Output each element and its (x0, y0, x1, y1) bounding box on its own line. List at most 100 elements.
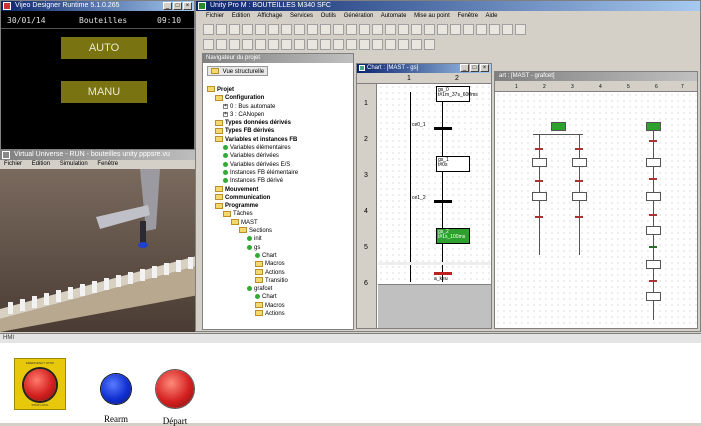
grafcet-step-b1[interactable] (572, 158, 587, 167)
grafcet-step-r2[interactable] (646, 192, 661, 201)
menu-fichier[interactable]: Fichier (206, 13, 224, 19)
grafcet-trans-b3[interactable] (575, 216, 583, 218)
grafcet-trans-r2[interactable] (649, 178, 657, 180)
gs-step-2-active[interactable]: gs_2 t#1s_100ms (436, 228, 470, 244)
emergency-stop-button[interactable] (24, 369, 56, 401)
transition-tool-icon[interactable] (242, 39, 253, 50)
gs-step-1[interactable]: gs_1 t#0s (436, 156, 470, 172)
tree-item[interactable]: Variables élémentaires (207, 144, 352, 152)
grafcet-step-a1[interactable] (532, 158, 547, 167)
menu-aide[interactable]: Aide (485, 13, 497, 19)
tree-item[interactable]: Communication (207, 194, 352, 202)
menu-affichage[interactable]: Affichage (257, 13, 282, 19)
tree-item[interactable]: Instances FB élémentaire (207, 169, 352, 177)
link-tool-icon[interactable] (294, 39, 305, 50)
ffb-icon[interactable] (385, 39, 396, 50)
tree-item[interactable]: Variables et instances FB (207, 136, 352, 144)
menu-automate[interactable]: Automate (381, 13, 407, 19)
transition-sequence-icon[interactable] (359, 39, 370, 50)
grafcet-trans-b2[interactable] (575, 180, 583, 182)
tree-item[interactable]: +3 : CANopen (207, 111, 352, 119)
paste-icon[interactable] (281, 24, 292, 35)
jump-tool-icon[interactable] (255, 39, 266, 50)
simulation-icon[interactable] (424, 24, 435, 35)
grafcet-trans-r5[interactable] (649, 280, 657, 282)
grafcet-step-active-1[interactable] (551, 122, 566, 131)
chart-gs-titlebar[interactable]: Chart : [MAST - gs] _ □ × (357, 64, 491, 73)
step-sequence-icon[interactable] (346, 39, 357, 50)
grafcet-step-active-2[interactable] (646, 122, 661, 131)
chart-gs-minimize-icon[interactable]: _ (460, 64, 469, 72)
grafcet-trans-b1[interactable] (575, 148, 583, 150)
tree-item[interactable]: grafcet (207, 285, 352, 293)
grafcet-trans-a2[interactable] (535, 180, 543, 182)
gs-transition-0[interactable] (434, 127, 452, 130)
menu-generation[interactable]: Génération (344, 13, 374, 19)
tree-item[interactable]: gs (207, 244, 352, 252)
grafcet-trans-r3[interactable] (649, 214, 657, 216)
vu-menu-edition[interactable]: Edition (32, 161, 50, 167)
menu-fenetre[interactable]: Fenêtre (457, 13, 478, 19)
grafcet-trans-r1[interactable] (649, 140, 657, 142)
copy-icon[interactable] (268, 24, 279, 35)
menu-edition[interactable]: Edition (232, 13, 250, 19)
parallel-join-icon[interactable] (333, 39, 344, 50)
open-folder-icon[interactable] (216, 24, 227, 35)
comment-tool-icon[interactable] (307, 39, 318, 50)
redo-icon[interactable] (307, 24, 318, 35)
tree-item[interactable]: Sections (207, 227, 352, 235)
tree-item[interactable]: Actions (207, 310, 352, 318)
gs-transition-2[interactable] (434, 272, 452, 275)
tree-item[interactable]: Transitio (207, 277, 352, 285)
tree-item[interactable]: init (207, 235, 352, 243)
save-icon[interactable] (229, 24, 240, 35)
tree-item[interactable]: MAST (207, 219, 352, 227)
tree-item[interactable]: Variables dérivées (207, 152, 352, 160)
chart-gs-canvas[interactable]: gs_0 t#1m_37s_600ms ce0_1 gs_1 t#0s ce1_… (378, 84, 491, 328)
tree-item[interactable]: Types FB dérivés (207, 127, 352, 135)
vu-menu-fenetre[interactable]: Fenêtre (97, 161, 118, 167)
vu-menu-simulation[interactable]: Simulation (60, 161, 88, 167)
context-help-icon[interactable] (515, 24, 526, 35)
maximize-icon[interactable]: □ (173, 2, 182, 10)
gs-transition-1[interactable] (434, 200, 452, 203)
connect-icon[interactable] (372, 24, 383, 35)
grafcet-trans-r4[interactable] (649, 246, 657, 248)
minimize-icon[interactable]: _ (163, 2, 172, 10)
vu-menu-fichier[interactable]: Fichier (4, 161, 22, 167)
rebuild-icon[interactable] (359, 24, 370, 35)
tree-item[interactable]: Macros (207, 302, 352, 310)
unity-titlebar[interactable]: Unity Pro M : BOUTEILLES M340 SFC (196, 1, 700, 11)
grafcet-step-r1[interactable] (646, 158, 661, 167)
tree-item[interactable]: Chart (207, 293, 352, 301)
menu-outils[interactable]: Outils (321, 13, 336, 19)
cut-icon[interactable] (255, 24, 266, 35)
close-icon[interactable]: × (183, 2, 192, 10)
grafcet-step-b2[interactable] (572, 192, 587, 201)
chart-gs-maximize-icon[interactable]: □ (470, 64, 479, 72)
stop-icon[interactable] (411, 24, 422, 35)
grafcet-trans-a3[interactable] (535, 216, 543, 218)
help-icon[interactable] (502, 24, 513, 35)
vu-titlebar[interactable]: Virtual Universe - RUN - bouteilles unit… (0, 150, 204, 160)
manu-button[interactable]: MANU (61, 81, 147, 103)
analyze-icon[interactable] (333, 24, 344, 35)
watch-icon[interactable] (450, 24, 461, 35)
parallel-branch-icon[interactable] (320, 39, 331, 50)
tree-item[interactable]: Mouvement (207, 185, 352, 194)
macro-step-icon[interactable] (229, 39, 240, 50)
io-icon[interactable] (411, 39, 422, 50)
chart-gs-close-icon[interactable]: × (480, 64, 489, 72)
tree-item[interactable]: Actions (207, 268, 352, 277)
pointer-icon[interactable] (203, 39, 214, 50)
grid-icon[interactable] (476, 24, 487, 35)
diagnostic-icon[interactable] (424, 39, 435, 50)
grafcet-step-r3[interactable] (646, 226, 661, 235)
chart-grafcet-titlebar[interactable]: art : [MAST - grafcet] (495, 72, 697, 81)
branch-tool-icon[interactable] (268, 39, 279, 50)
table-icon[interactable] (463, 24, 474, 35)
tree-item[interactable]: Projet (207, 86, 352, 94)
tree-item[interactable]: Types données dérivés (207, 119, 352, 127)
animation-icon[interactable] (437, 24, 448, 35)
build-icon[interactable] (346, 24, 357, 35)
